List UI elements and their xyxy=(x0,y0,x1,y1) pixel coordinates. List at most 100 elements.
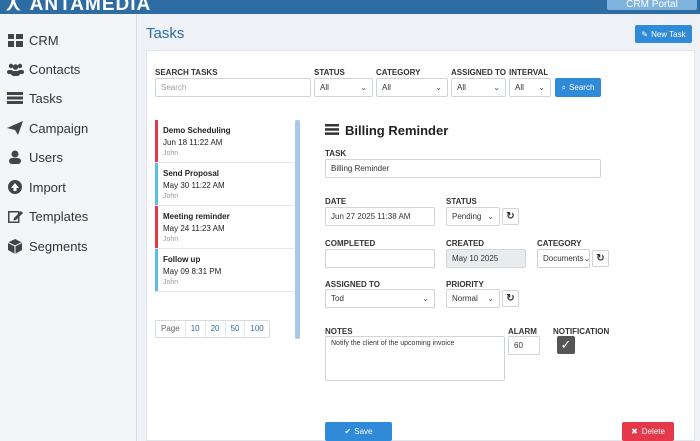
edit-icon xyxy=(6,208,24,224)
task-color-bar xyxy=(155,206,158,248)
refresh-icon: ↻ xyxy=(596,253,605,264)
status-value: Pending xyxy=(452,212,482,221)
category-value: Documents xyxy=(543,254,584,263)
task-list: Demo Scheduling Jun 18 11:22 AM John Sen… xyxy=(155,120,294,292)
chevron-down-icon: ⌄ xyxy=(487,294,494,303)
brand-logo[interactable]: ⋏ ANTAMEDIA xyxy=(6,0,151,14)
alarm-input[interactable]: 60 xyxy=(508,336,540,355)
user-icon xyxy=(6,149,24,165)
task-detail-title: Billing Reminder xyxy=(325,123,448,138)
interval-filter-select[interactable]: All ⌄ xyxy=(509,78,551,97)
task-title: Follow up xyxy=(163,255,201,264)
task-list-item[interactable]: Demo Scheduling Jun 18 11:22 AM John xyxy=(155,120,294,163)
sidebar: CRM Contacts Tasks Campaign Users Import xyxy=(0,14,137,441)
status-select[interactable]: Pending ⌄ xyxy=(446,207,500,226)
sidebar-item-tasks[interactable]: Tasks xyxy=(6,87,62,109)
task-label: TASK xyxy=(325,149,347,158)
main-content: Tasks ✎ New Task SEARCH TASKS Search STA… xyxy=(138,14,700,441)
task-user: John xyxy=(163,150,179,157)
priority-select[interactable]: Normal ⌄ xyxy=(446,289,500,308)
edit-icon: ✎ xyxy=(641,29,649,39)
refresh-category-button[interactable]: ↻ xyxy=(592,250,609,267)
page-size-10[interactable]: 10 xyxy=(184,321,205,337)
notes-textarea[interactable]: Notify the client of the upcoming invoic… xyxy=(325,336,505,381)
assigned-filter-label: ASSIGNED TO xyxy=(451,68,506,77)
date-input[interactable]: Jun 27 2025 11:38 AM xyxy=(325,207,435,226)
new-task-label: New Task xyxy=(651,29,686,39)
assigned-to-label: ASSIGNED TO xyxy=(325,280,380,289)
top-bar: ⋏ ANTAMEDIA CRM Portal xyxy=(0,0,700,14)
list-icon xyxy=(6,90,24,106)
notification-label: NOTIFICATION xyxy=(553,327,610,336)
sidebar-item-campaign[interactable]: Campaign xyxy=(6,117,88,139)
grid-icon xyxy=(6,32,24,48)
crm-portal-button[interactable]: CRM Portal xyxy=(607,0,697,10)
delete-button[interactable]: ✖ Delete xyxy=(622,422,674,441)
checkmark-icon: ✓ xyxy=(560,337,572,352)
close-icon: ✖ xyxy=(631,427,638,436)
task-date: Jun 18 11:22 AM xyxy=(163,138,223,147)
sidebar-item-label: Templates xyxy=(29,208,89,224)
logo-icon: ⋏ xyxy=(6,0,22,14)
save-button[interactable]: ✔ Save xyxy=(325,422,392,441)
sidebar-item-contacts[interactable]: Contacts xyxy=(6,58,80,80)
new-task-button[interactable]: ✎ New Task xyxy=(635,25,692,43)
task-list-item[interactable]: Follow up May 09 8:31 PM John xyxy=(155,249,294,292)
priority-label: PRIORITY xyxy=(446,280,484,289)
search-button[interactable]: ⌕ Search xyxy=(555,78,601,97)
completed-label: COMPLETED xyxy=(325,239,376,248)
completed-input[interactable] xyxy=(325,249,435,268)
created-input: May 10 2025 xyxy=(446,249,526,268)
task-list-item[interactable]: Meeting reminder May 24 11:23 AM John xyxy=(155,206,294,249)
sidebar-item-label: Users xyxy=(29,149,63,165)
refresh-status-button[interactable]: ↻ xyxy=(502,208,519,225)
priority-value: Normal xyxy=(452,294,478,303)
chevron-down-icon: ⌄ xyxy=(422,294,429,303)
status-filter-select[interactable]: All ⌄ xyxy=(314,78,373,97)
sidebar-item-import[interactable]: Import xyxy=(6,176,66,198)
task-title: Meeting reminder xyxy=(163,212,230,221)
sidebar-item-segments[interactable]: Segments xyxy=(6,235,88,257)
task-title: Send Proposal xyxy=(163,169,220,178)
refresh-priority-button[interactable]: ↻ xyxy=(502,290,519,307)
category-filter-select[interactable]: All ⌄ xyxy=(376,78,448,97)
sidebar-item-label: Contacts xyxy=(29,61,81,77)
page-size-20[interactable]: 20 xyxy=(204,321,225,337)
chevron-down-icon: ⌄ xyxy=(538,83,545,92)
search-tasks-label: SEARCH TASKS xyxy=(155,68,218,77)
task-list-scrollbar[interactable] xyxy=(295,120,300,339)
sidebar-item-label: Tasks xyxy=(29,90,63,106)
assigned-filter-select[interactable]: All ⌄ xyxy=(451,78,506,97)
sidebar-item-users[interactable]: Users xyxy=(6,146,63,168)
delete-button-label: Delete xyxy=(641,427,665,436)
chevron-down-icon: ⌄ xyxy=(493,83,500,92)
page-size-100[interactable]: 100 xyxy=(244,321,268,337)
category-select[interactable]: Documents ⌄ xyxy=(537,249,590,268)
notification-checkbox[interactable]: ✓ xyxy=(557,336,575,354)
chevron-down-icon: ⌄ xyxy=(487,212,494,221)
list-icon xyxy=(325,123,339,138)
sidebar-item-crm[interactable]: CRM xyxy=(6,29,59,51)
created-label: CREATED xyxy=(446,239,485,248)
status-filter-label: STATUS xyxy=(314,68,345,77)
task-title: Demo Scheduling xyxy=(163,126,231,135)
task-user: John xyxy=(163,279,179,286)
chevron-down-icon: ⌄ xyxy=(435,83,442,92)
task-list-item[interactable]: Send Proposal May 30 11:22 AM John xyxy=(155,163,294,206)
refresh-icon: ↻ xyxy=(506,293,515,304)
sidebar-item-label: CRM xyxy=(29,32,59,48)
assigned-to-select[interactable]: Tod ⌄ xyxy=(325,289,435,308)
brand-name: ANTAMEDIA xyxy=(29,0,152,14)
pager-label: Page xyxy=(161,324,180,333)
task-color-bar xyxy=(155,249,158,291)
chevron-down-icon: ⌄ xyxy=(583,254,590,263)
status-label: STATUS xyxy=(446,197,477,206)
search-input[interactable]: Search xyxy=(155,78,311,97)
sidebar-item-templates[interactable]: Templates xyxy=(6,205,88,227)
interval-filter-value: All xyxy=(515,83,524,92)
assigned-to-value: Tod xyxy=(331,294,344,303)
alarm-label: ALARM xyxy=(508,327,537,336)
page-size-50[interactable]: 50 xyxy=(224,321,245,337)
task-detail-title-text: Billing Reminder xyxy=(345,123,449,138)
task-name-input[interactable]: Billing Reminder xyxy=(325,159,601,178)
